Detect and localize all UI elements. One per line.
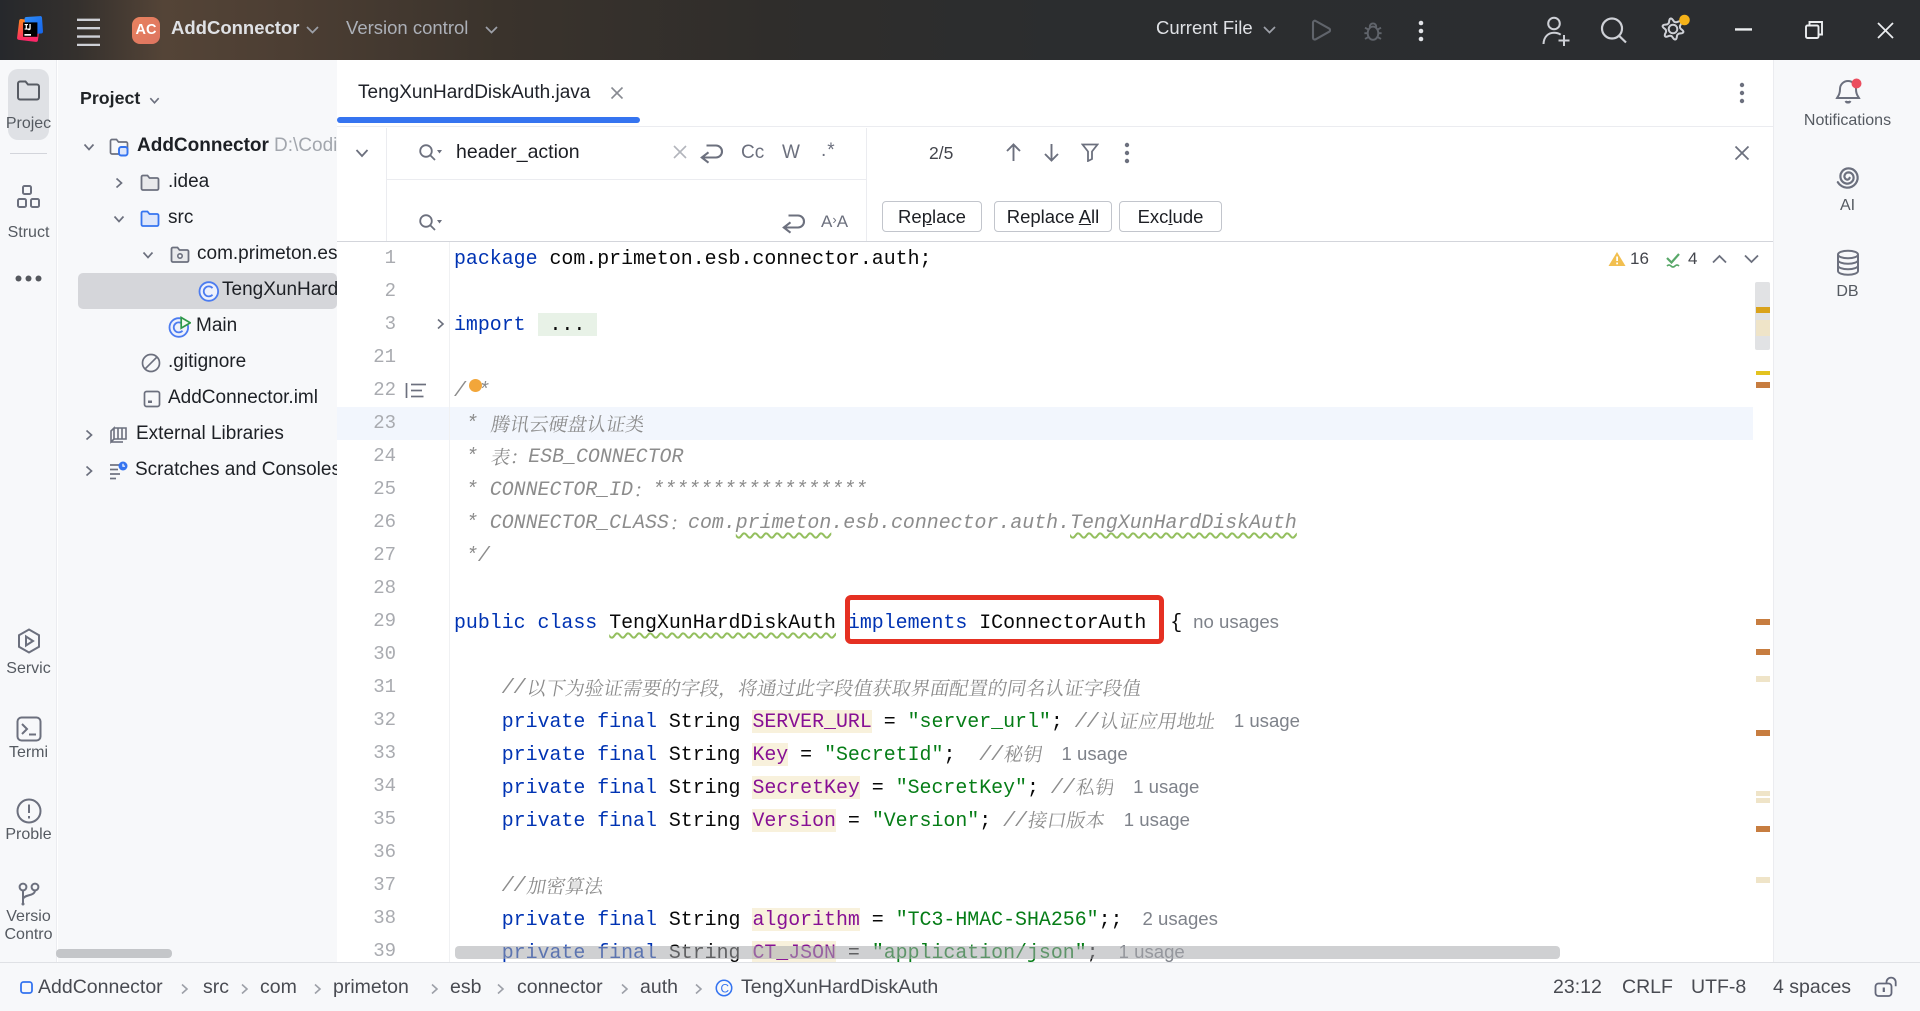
svg-text:C: C: [721, 981, 730, 995]
